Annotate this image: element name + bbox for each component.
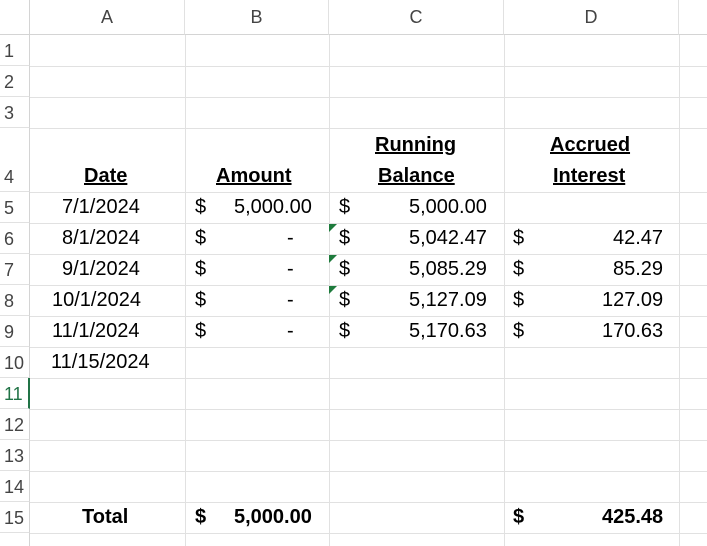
row-header[interactable]: 15 [0, 502, 30, 533]
interest-cell[interactable]: 42.47 [613, 227, 663, 250]
gridline [30, 66, 707, 67]
gridline [30, 254, 707, 255]
currency-symbol: $ [195, 320, 207, 342]
row-header[interactable]: 4 [0, 128, 30, 192]
row-header[interactable]: 13 [0, 440, 30, 471]
total-label[interactable]: Total [82, 506, 128, 529]
currency-symbol: $ [195, 196, 207, 218]
header-date[interactable]: Date [84, 165, 127, 188]
gridline [30, 378, 707, 379]
row-header[interactable]: 10 [0, 347, 30, 378]
row-header[interactable] [0, 533, 30, 546]
gridline [30, 347, 707, 348]
column-header-e[interactable] [679, 0, 707, 35]
gridline [30, 440, 707, 441]
amount-cell[interactable]: - [287, 320, 294, 343]
column-header-d[interactable]: D [504, 0, 679, 35]
gridline [185, 35, 186, 546]
currency-symbol: $ [339, 289, 351, 311]
currency-symbol: $ [513, 227, 525, 249]
gridline [30, 409, 707, 410]
date-cell[interactable]: 9/1/2024 [62, 258, 140, 281]
balance-cell[interactable]: 5,127.09 [409, 289, 487, 312]
currency-symbol: $ [195, 258, 207, 280]
balance-cell[interactable]: 5,042.47 [409, 227, 487, 250]
currency-symbol: $ [195, 506, 207, 528]
currency-symbol: $ [513, 320, 525, 342]
currency-symbol: $ [195, 227, 207, 249]
column-header-a[interactable]: A [30, 0, 185, 35]
balance-cell[interactable]: 5,085.29 [409, 258, 487, 281]
balance-cell[interactable]: 5,000.00 [409, 196, 487, 219]
column-header-b[interactable]: B [185, 0, 329, 35]
date-cell[interactable]: 10/1/2024 [52, 289, 141, 312]
gridline [30, 128, 707, 129]
header-interest[interactable]: Interest [553, 165, 625, 188]
gridline [30, 471, 707, 472]
currency-symbol: $ [339, 320, 351, 342]
gridline [30, 285, 707, 286]
error-indicator-icon[interactable] [329, 255, 337, 263]
currency-symbol: $ [339, 196, 351, 218]
row-header[interactable]: 9 [0, 316, 30, 347]
row-header[interactable]: 6 [0, 223, 30, 254]
gridline [679, 35, 680, 546]
column-header-c[interactable]: C [329, 0, 504, 35]
interest-cell[interactable]: 170.63 [602, 320, 663, 343]
row-header[interactable]: 14 [0, 471, 30, 502]
row-header[interactable]: 7 [0, 254, 30, 285]
gridline [30, 316, 707, 317]
select-all-corner[interactable] [0, 0, 30, 35]
currency-symbol: $ [513, 506, 525, 528]
gridline [30, 533, 707, 534]
header-amount[interactable]: Amount [216, 165, 292, 188]
row-header[interactable]: 5 [0, 192, 30, 223]
date-cell[interactable]: 8/1/2024 [62, 227, 140, 250]
currency-symbol: $ [513, 258, 525, 280]
total-interest[interactable]: 425.48 [602, 506, 663, 529]
header-running[interactable]: Running [375, 134, 456, 157]
header-balance[interactable]: Balance [378, 165, 455, 188]
gridline [504, 35, 505, 546]
header-accrued[interactable]: Accrued [550, 134, 630, 157]
date-cell[interactable]: 7/1/2024 [62, 196, 140, 219]
error-indicator-icon[interactable] [329, 286, 337, 294]
error-indicator-icon[interactable] [329, 224, 337, 232]
date-cell[interactable]: 11/1/2024 [52, 320, 140, 343]
gridline [30, 502, 707, 503]
row-header[interactable]: 2 [0, 66, 30, 97]
currency-symbol: $ [339, 258, 351, 280]
currency-symbol: $ [339, 227, 351, 249]
row-header[interactable]: 1 [0, 35, 30, 66]
interest-cell[interactable]: 127.09 [602, 289, 663, 312]
gridline [30, 192, 707, 193]
row-header[interactable]: 8 [0, 285, 30, 316]
amount-cell[interactable]: - [287, 289, 294, 312]
currency-symbol: $ [195, 289, 207, 311]
currency-symbol: $ [513, 289, 525, 311]
gridline [30, 97, 707, 98]
amount-cell[interactable]: - [287, 258, 294, 281]
interest-cell[interactable]: 85.29 [613, 258, 663, 281]
date-cell[interactable]: 11/15/2024 [51, 351, 150, 374]
row-header[interactable]: 12 [0, 409, 30, 440]
row-header-selected[interactable]: 11 [0, 378, 30, 409]
row-header[interactable]: 3 [0, 97, 30, 128]
balance-cell[interactable]: 5,170.63 [409, 320, 487, 343]
gridline [30, 223, 707, 224]
amount-cell[interactable]: - [287, 227, 294, 250]
total-amount[interactable]: 5,000.00 [234, 506, 312, 529]
amount-cell[interactable]: 5,000.00 [234, 196, 312, 219]
